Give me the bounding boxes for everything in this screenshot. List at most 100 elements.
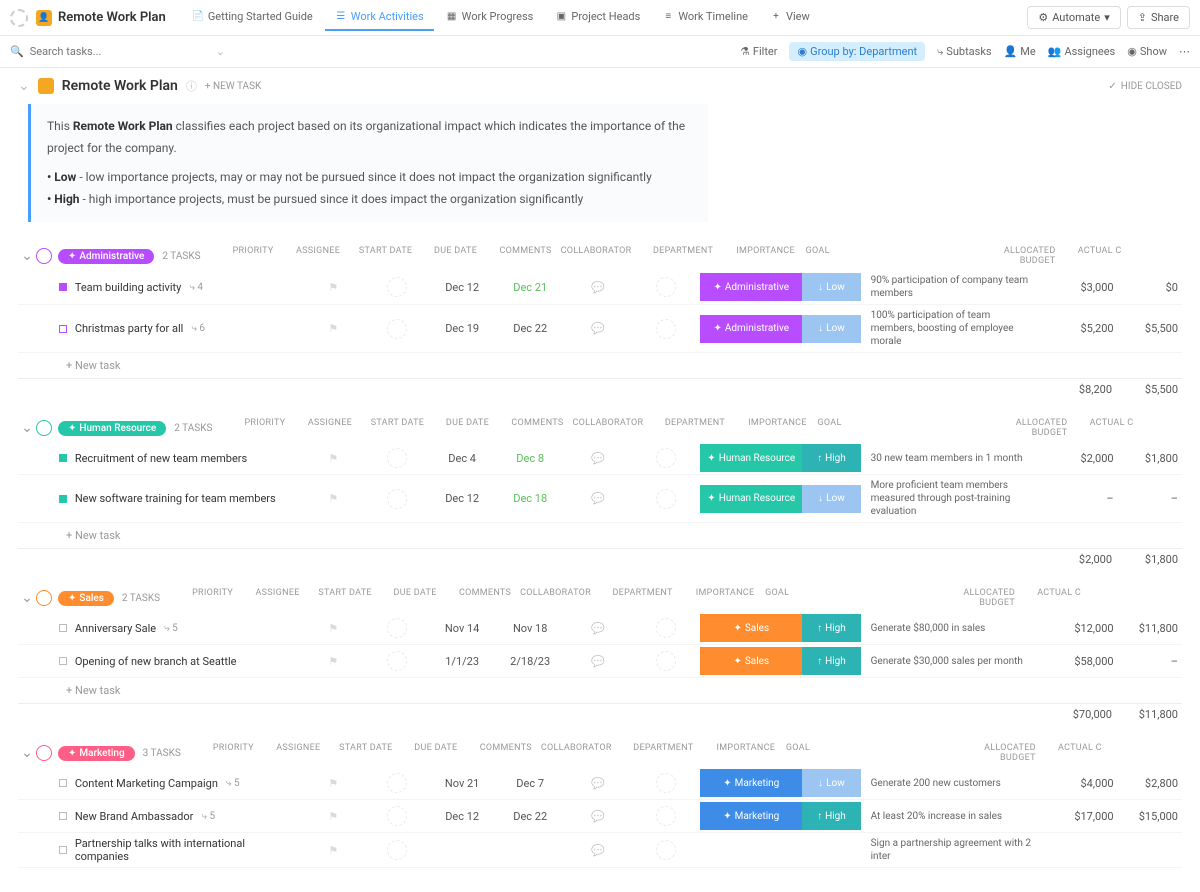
- priority-cell[interactable]: ⚑: [302, 322, 365, 335]
- importance-cell[interactable]: ↓Low: [802, 273, 860, 301]
- collaborator-cell[interactable]: [632, 773, 700, 793]
- col-collaborator[interactable]: COLLABORATOR: [572, 418, 642, 438]
- col-actual[interactable]: ACTUAL C: [1046, 743, 1106, 763]
- col-assignee[interactable]: ASSIGNEE: [245, 588, 310, 608]
- col-goal[interactable]: GOAL: [755, 588, 935, 608]
- task-name-cell[interactable]: New Brand Ambassador ⤷ 5: [59, 810, 302, 823]
- hide-closed-toggle[interactable]: ✓ HIDE CLOSED: [1108, 81, 1182, 92]
- automate-button[interactable]: ⚙Automate▾: [1027, 6, 1120, 29]
- col-comments[interactable]: COMMENTS: [502, 418, 572, 438]
- actual-cell[interactable]: –: [1124, 655, 1182, 668]
- due-date-cell[interactable]: Dec 22: [496, 322, 564, 335]
- department-cell[interactable]: ✦Administrative: [700, 315, 802, 343]
- status-square-icon[interactable]: [59, 454, 67, 462]
- groupby-button[interactable]: ◉Group by: Department: [789, 42, 925, 61]
- col-due-date[interactable]: DUE DATE: [380, 588, 450, 608]
- status-square-icon[interactable]: [59, 624, 67, 632]
- tab-work-timeline[interactable]: ≡Work Timeline: [652, 4, 758, 31]
- col-collaborator[interactable]: COLLABORATOR: [561, 246, 631, 266]
- assignee-cell[interactable]: [365, 319, 428, 339]
- col-budget[interactable]: ALLOCATED BUDGET: [987, 418, 1077, 438]
- due-date-cell[interactable]: 2/18/23: [496, 655, 564, 668]
- actual-cell[interactable]: $5,500: [1124, 322, 1182, 335]
- col-due-date[interactable]: DUE DATE: [421, 246, 491, 266]
- share-button[interactable]: ⇪Share: [1127, 6, 1190, 29]
- collaborator-cell[interactable]: [632, 840, 700, 860]
- task-row[interactable]: Partnership talks with international com…: [18, 833, 1182, 868]
- col-comments[interactable]: COMMENTS: [471, 743, 541, 763]
- collaborator-cell[interactable]: [632, 618, 700, 638]
- avatar-icon[interactable]: 👤: [36, 10, 52, 26]
- col-collaborator[interactable]: COLLABORATOR: [520, 588, 590, 608]
- task-row[interactable]: Christmas party for all ⤷ 6 ⚑ Dec 19 Dec…: [18, 305, 1182, 353]
- col-assignee[interactable]: ASSIGNEE: [286, 246, 351, 266]
- priority-cell[interactable]: ⚑: [302, 777, 365, 790]
- due-date-cell[interactable]: Dec 8: [496, 452, 564, 465]
- tab-add-view[interactable]: +View: [760, 4, 820, 31]
- comments-cell[interactable]: 💬: [564, 655, 632, 668]
- importance-cell[interactable]: ↓Low: [802, 485, 860, 513]
- department-cell[interactable]: ✦Marketing: [700, 769, 802, 797]
- task-row[interactable]: Opening of new branch at Seattle ⚑ 1/1/2…: [18, 645, 1182, 678]
- col-importance[interactable]: IMPORTANCE: [736, 246, 796, 266]
- col-department[interactable]: DEPARTMENT: [642, 418, 747, 438]
- new-task-row[interactable]: + New task: [18, 678, 1182, 703]
- collaborator-cell[interactable]: [632, 319, 700, 339]
- budget-cell[interactable]: $17,000: [1036, 810, 1124, 823]
- col-importance[interactable]: IMPORTANCE: [716, 743, 776, 763]
- search-box[interactable]: 🔍 ⌄: [10, 45, 740, 58]
- status-square-icon[interactable]: [59, 812, 67, 820]
- importance-cell[interactable]: ↑High: [802, 802, 860, 830]
- group-pill[interactable]: ✦Administrative: [58, 249, 154, 264]
- comments-cell[interactable]: 💬: [564, 281, 632, 294]
- subtask-count[interactable]: ⤷ 5: [226, 778, 240, 789]
- actual-cell[interactable]: $2,800: [1124, 777, 1182, 790]
- actual-cell[interactable]: $11,800: [1124, 622, 1182, 635]
- department-cell[interactable]: ✦Sales: [700, 614, 802, 642]
- tab-project-heads[interactable]: ▣Project Heads: [545, 4, 650, 31]
- assignee-cell[interactable]: [365, 651, 428, 671]
- chevron-down-icon[interactable]: ⌄: [216, 45, 225, 58]
- task-name-cell[interactable]: Partnership talks with international com…: [59, 837, 302, 863]
- actual-cell[interactable]: $15,000: [1124, 810, 1182, 823]
- col-importance[interactable]: IMPORTANCE: [695, 588, 755, 608]
- task-row[interactable]: Content Marketing Campaign ⤷ 5 ⚑ Nov 21 …: [18, 767, 1182, 800]
- assignee-cell[interactable]: [365, 448, 428, 468]
- comments-cell[interactable]: 💬: [564, 777, 632, 790]
- department-cell[interactable]: ✦Marketing: [700, 802, 802, 830]
- importance-cell[interactable]: ↑High: [802, 444, 860, 472]
- goal-cell[interactable]: Generate 200 new customers: [861, 775, 1036, 792]
- col-due-date[interactable]: DUE DATE: [401, 743, 471, 763]
- budget-cell[interactable]: $2,000: [1036, 452, 1124, 465]
- assignee-cell[interactable]: [365, 618, 428, 638]
- comments-cell[interactable]: 💬: [564, 622, 632, 635]
- budget-cell[interactable]: $3,000: [1036, 281, 1124, 294]
- goal-cell[interactable]: 90% participation of company team member…: [861, 272, 1036, 302]
- col-budget[interactable]: ALLOCATED BUDGET: [956, 743, 1046, 763]
- task-name-cell[interactable]: Opening of new branch at Seattle: [59, 655, 302, 668]
- more-button[interactable]: ⋯: [1179, 45, 1190, 58]
- department-cell[interactable]: ✦Administrative: [700, 273, 802, 301]
- priority-cell[interactable]: ⚑: [302, 655, 365, 668]
- collaborator-cell[interactable]: [632, 651, 700, 671]
- new-task-row[interactable]: + New task: [18, 523, 1182, 548]
- comments-cell[interactable]: 💬: [564, 452, 632, 465]
- status-square-icon[interactable]: [59, 283, 67, 291]
- assignee-cell[interactable]: [365, 773, 428, 793]
- start-date-cell[interactable]: Dec 19: [428, 322, 496, 335]
- col-department[interactable]: DEPARTMENT: [611, 743, 716, 763]
- search-input[interactable]: [30, 45, 150, 58]
- actual-cell[interactable]: $0: [1124, 281, 1182, 294]
- subtasks-button[interactable]: ⤷Subtasks: [937, 45, 991, 59]
- start-date-cell[interactable]: Dec 12: [428, 281, 496, 294]
- importance-cell[interactable]: ↓Low: [802, 769, 860, 797]
- priority-cell[interactable]: ⚑: [302, 452, 365, 465]
- col-actual[interactable]: ACTUAL C: [1025, 588, 1085, 608]
- col-priority[interactable]: PRIORITY: [201, 743, 266, 763]
- comments-cell[interactable]: 💬: [564, 844, 632, 857]
- task-name-cell[interactable]: Content Marketing Campaign ⤷ 5: [59, 777, 302, 790]
- collaborator-cell[interactable]: [632, 277, 700, 297]
- task-row[interactable]: Recruitment of new team members ⚑ Dec 4 …: [18, 442, 1182, 475]
- col-actual[interactable]: ACTUAL C: [1066, 246, 1126, 266]
- priority-cell[interactable]: ⚑: [302, 844, 365, 857]
